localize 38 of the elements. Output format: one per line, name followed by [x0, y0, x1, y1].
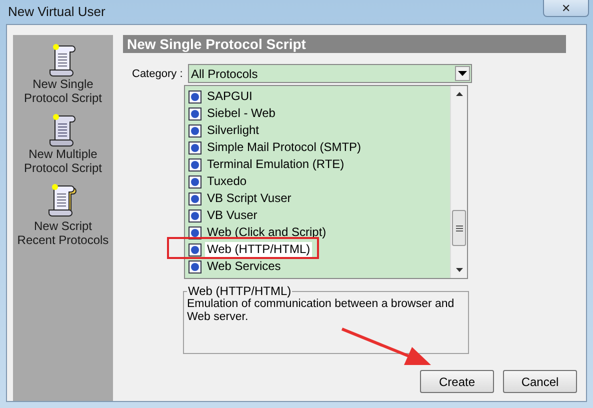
protocol-icon: [188, 192, 202, 206]
protocol-icon: [188, 208, 202, 222]
stacked-scrolls-icon[interactable]: [47, 183, 79, 219]
dialog-button[interactable]: Cancel: [503, 370, 577, 393]
category-label: Category :: [132, 68, 184, 80]
description-text: Emulation of communication between a browser and Web server.: [187, 298, 456, 324]
protocol-item[interactable]: Terminal Emulation (RTE): [205, 157, 346, 172]
window-title: New Virtual User: [8, 4, 106, 19]
dialog-button[interactable]: Create: [420, 370, 494, 393]
protocol-icon: [188, 242, 202, 256]
sidebar-item[interactable]: New Multiple Protocol Script: [17, 147, 109, 175]
protocol-icon: [188, 174, 202, 188]
protocol-icon: [188, 226, 202, 240]
protocol-icon: [188, 124, 202, 138]
protocol-icon: [188, 106, 202, 120]
protocol-item[interactable]: Web (HTTP/HTML): [205, 242, 312, 257]
sidebar-item[interactable]: New Script Recent Protocols: [17, 219, 109, 247]
protocol-item[interactable]: Tuxedo: [205, 174, 249, 189]
scrollbar-thumb[interactable]: [452, 210, 466, 246]
protocol-icon: [188, 90, 202, 104]
close-button[interactable]: ✕: [543, 0, 589, 17]
protocol-item[interactable]: SAPGUI: [205, 89, 254, 104]
category-dropdown[interactable]: All Protocols: [188, 64, 472, 83]
panel-header: New Single Protocol Script: [123, 35, 566, 53]
script-scroll-icon[interactable]: [48, 113, 78, 147]
protocol-item[interactable]: Web Services: [205, 259, 283, 274]
protocol-item[interactable]: Siebel - Web: [205, 106, 278, 121]
protocol-icon: [188, 260, 202, 274]
protocol-item[interactable]: Silverlight: [205, 123, 262, 138]
script-scroll-icon[interactable]: [48, 43, 78, 77]
protocol-item[interactable]: Simple Mail Protocol (SMTP): [205, 140, 364, 155]
protocol-item[interactable]: Web (Click and Script): [205, 225, 328, 240]
protocol-icon: [188, 140, 202, 154]
sidebar-item[interactable]: New Single Protocol Script: [17, 77, 109, 105]
protocol-item[interactable]: VB Vuser: [205, 208, 260, 223]
description-title: Web (HTTP/HTML): [187, 284, 292, 298]
protocol-icon: [188, 158, 202, 172]
protocol-item[interactable]: VB Script Vuser: [205, 191, 294, 206]
